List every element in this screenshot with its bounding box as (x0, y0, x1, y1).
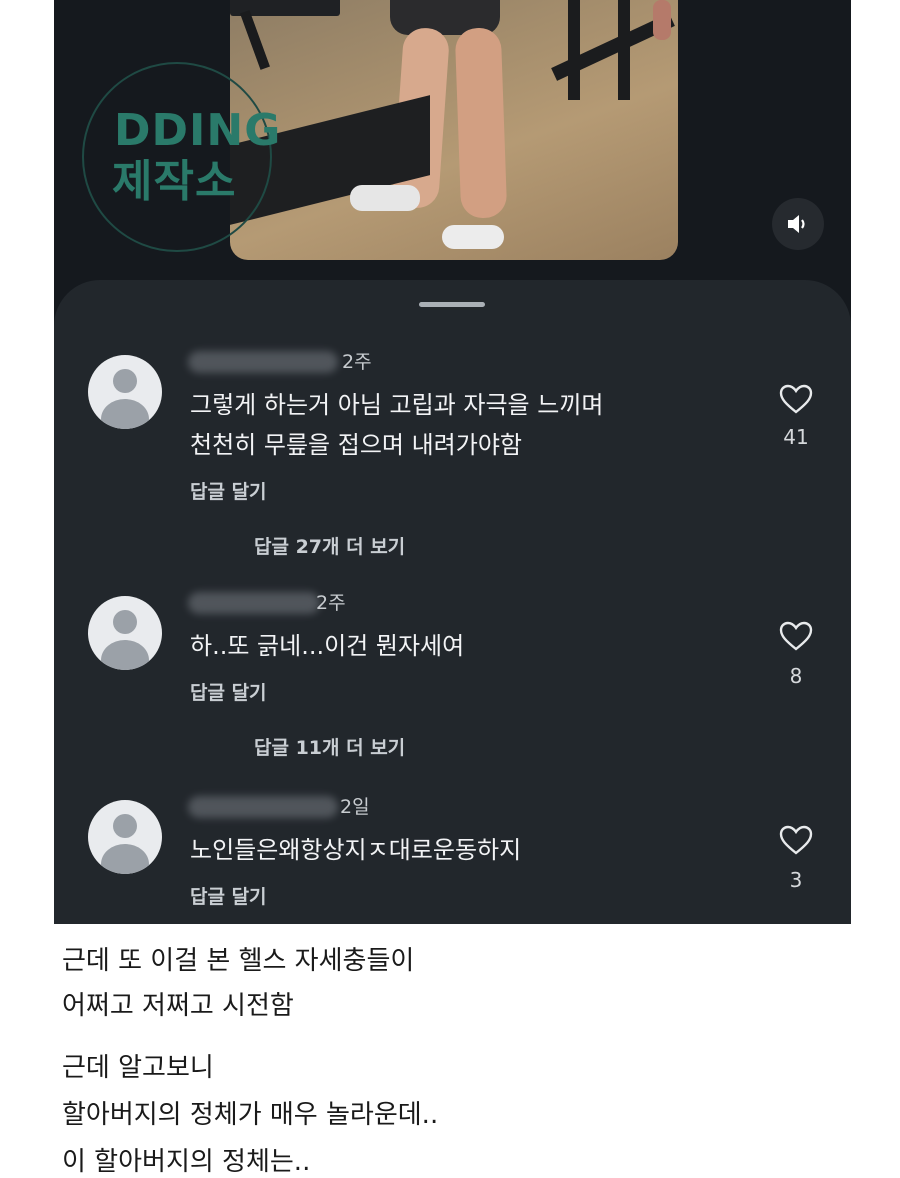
comment-text-line: 그렇게 하는거 아님 고립과 자극을 느끼며 (190, 391, 604, 419)
view-more-replies-button[interactable]: 답글 11개 더 보기 (254, 733, 405, 760)
shoe-image (442, 225, 504, 249)
username-redacted[interactable] (188, 796, 338, 818)
like-count: 8 (789, 664, 803, 688)
shoe-image (350, 185, 420, 211)
comment-sheet: 2주 그렇게 하는거 아님 고립과 자극을 느끼며 천천히 무릎을 접으며 내려… (54, 280, 851, 924)
reply-button[interactable]: 답글 달기 (190, 477, 267, 504)
like-count: 41 (783, 425, 809, 449)
video-player[interactable] (230, 0, 678, 260)
default-avatar-icon[interactable] (88, 596, 162, 670)
heart-icon[interactable] (778, 824, 814, 856)
username-redacted[interactable] (188, 351, 338, 373)
heart-icon[interactable] (778, 620, 814, 652)
reply-button[interactable]: 답글 달기 (190, 678, 267, 705)
caption-text-line: 근데 알고보니 (62, 1053, 214, 1083)
comment-time: 2주 (342, 351, 372, 373)
video-post-screenshot: DDING 제작소 2주 그렇게 하는거 아님 고립과 자극을 느끼며 천천히 … (54, 0, 851, 924)
caption-text-line: 이 할아버지의 정체는.. (62, 1147, 311, 1177)
comment-text-line: 노인들은왜항상지ㅈ대로운동하지 (190, 836, 522, 864)
view-more-replies-button[interactable]: 답글 27개 더 보기 (254, 532, 405, 559)
reply-button[interactable]: 답글 달기 (190, 882, 267, 909)
speaker-icon (788, 215, 805, 233)
caption-text-line: 근데 또 이걸 본 헬스 자세충들이 (62, 946, 415, 976)
caption-text-line: 어쩌고 저쩌고 시전함 (62, 991, 294, 1021)
channel-logo-subtext: 제작소 (112, 156, 237, 207)
comment-time: 2일 (340, 796, 370, 818)
drag-handle[interactable] (419, 302, 485, 307)
sound-toggle-button[interactable] (772, 198, 824, 250)
like-count: 3 (789, 868, 803, 892)
comment-text-line: 천천히 무릎을 접으며 내려가야함 (190, 431, 523, 459)
default-avatar-icon[interactable] (88, 355, 162, 429)
gym-machine-image (508, 0, 675, 110)
comment-time: 2주 (316, 592, 346, 614)
heart-icon[interactable] (778, 383, 814, 415)
username-redacted[interactable] (188, 592, 320, 614)
comment-text-line: 하..또 긁네...이건 뭔자세여 (190, 632, 465, 660)
gym-bench-leg-image (240, 10, 270, 70)
caption-text-line: 할아버지의 정체가 매우 놀라운데.. (62, 1100, 439, 1130)
default-avatar-icon[interactable] (88, 800, 162, 874)
person-leg-image (454, 27, 508, 219)
